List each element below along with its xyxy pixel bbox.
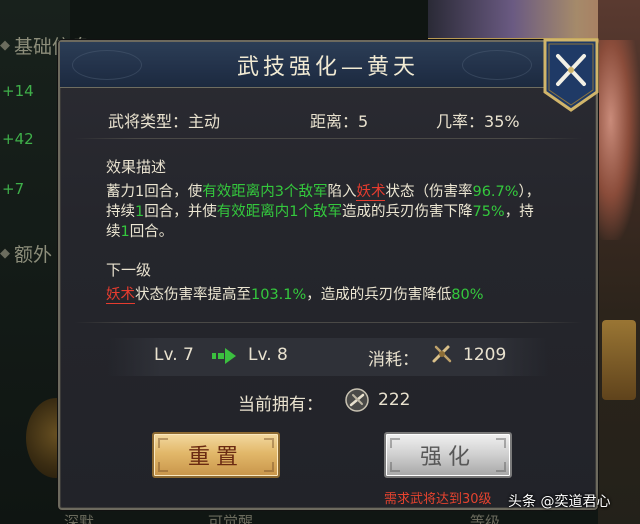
highlight-value: 1 [120, 224, 130, 240]
coin-item-icon [345, 388, 369, 412]
skill-type-label: 武将类型： [108, 112, 189, 131]
background-bottom-label: 可觉醒 [208, 513, 254, 524]
description-text: 陷入 [327, 184, 357, 200]
owned-label: 当前拥有： [238, 395, 323, 415]
crossed-blades-close-icon[interactable] [541, 38, 601, 112]
description-text: 蓄力1回合，使 [106, 184, 203, 200]
diamond-icon: ◆ [0, 38, 10, 53]
background-top-strip [70, 0, 428, 40]
requirement-text: 需求武将达到30级 [384, 492, 492, 507]
skill-info-row: 武将类型：主动 距离：5 几率：35% [108, 108, 548, 132]
description-text: 造成的兵刃伤害下降 [341, 204, 473, 220]
owned-value: 222 [378, 390, 411, 410]
background-section-extra: ◆ 额外 [0, 240, 52, 267]
description-text: ，造成的兵刃伤害降低 [306, 287, 452, 303]
diamond-icon: ◆ [0, 246, 10, 261]
enhance-button-label: 强化 [419, 445, 476, 470]
level-to: Lv. 8 [248, 345, 288, 365]
reset-button-label: 重置 [187, 445, 244, 470]
description-text: 状态（伤害率 [385, 184, 473, 200]
next-level-heading: 下一级 [106, 261, 152, 279]
highlight-value: 有效距离内3个敌军 [202, 184, 328, 200]
button-corner-ornament [264, 438, 274, 448]
skill-rate: 几率：35% [436, 108, 520, 132]
section-title: 额外 [14, 244, 53, 266]
skill-distance-label: 距离： [310, 112, 359, 131]
dialog-title-bar: 武技强化—黄天 [60, 42, 596, 88]
background-bottom-label: 深默 [64, 513, 95, 524]
background-stat: +42 [2, 130, 34, 148]
button-corner-ornament [264, 462, 274, 472]
skill-enhance-dialog: 武技强化—黄天 武将类型：主动 距离：5 几率：35% 效果描述 蓄力1回合，使… [58, 40, 598, 510]
description-text: 回合，并使 [144, 204, 217, 220]
skill-distance-value: 5 [358, 112, 369, 131]
skill-distance: 距离：5 [310, 108, 436, 132]
reset-button[interactable]: 重置 [152, 432, 280, 478]
enhance-button[interactable]: 强化 [384, 432, 512, 478]
scroll-item-icon [432, 345, 452, 363]
status-keyword: 妖术 [106, 287, 135, 304]
skill-type-value: 主动 [188, 112, 221, 131]
button-corner-ornament [496, 462, 506, 472]
background-stat: +14 [2, 82, 34, 100]
highlight-value: 103.1% [251, 287, 307, 303]
effect-heading: 效果描述 [106, 158, 167, 176]
status-keyword: 妖术 [356, 184, 386, 201]
background-bottom-label: 等级 [470, 513, 501, 524]
skill-type: 武将类型：主动 [108, 108, 310, 132]
description-text: 状态伤害率提高至 [135, 287, 251, 303]
right-arrow-icon [212, 348, 236, 364]
skill-rate-value: 35% [484, 112, 520, 131]
ornament-swirl [462, 50, 532, 80]
background-art-portrait [598, 40, 640, 240]
background-art-ornament [602, 320, 636, 400]
background-stat: +7 [2, 180, 25, 198]
divider [74, 322, 582, 323]
button-corner-ornament [496, 438, 506, 448]
effect-description: 蓄力1回合，使有效距离内3个敌军陷入妖术状态（伤害率96.7%），持续1回合，并… [106, 182, 546, 242]
next-level-description: 妖术状态伤害率提高至103.1%，造成的兵刃伤害降低80% [106, 285, 566, 305]
highlight-value: 1 [135, 204, 145, 220]
skill-rate-label: 几率： [436, 112, 485, 131]
description-text: 回合。 [129, 224, 174, 240]
highlight-value: 80% [451, 287, 484, 303]
ornament-swirl [72, 50, 142, 80]
button-corner-ornament [390, 438, 400, 448]
highlight-value: 有效距离内1个敌军 [216, 204, 342, 220]
button-corner-ornament [158, 462, 168, 472]
dialog-title: 武技强化—黄天 [236, 54, 419, 80]
cost-value: 1209 [463, 345, 507, 365]
background-right-panel [598, 0, 640, 524]
divider [74, 138, 582, 139]
highlight-value: 96.7% [472, 184, 519, 200]
highlight-value: 75% [472, 204, 505, 220]
button-corner-ornament [390, 462, 400, 472]
level-from: Lv. 7 [154, 345, 194, 365]
watermark: 头条 @奕道君心 [508, 494, 611, 510]
cost-label: 消耗： [368, 350, 419, 370]
button-corner-ornament [158, 438, 168, 448]
